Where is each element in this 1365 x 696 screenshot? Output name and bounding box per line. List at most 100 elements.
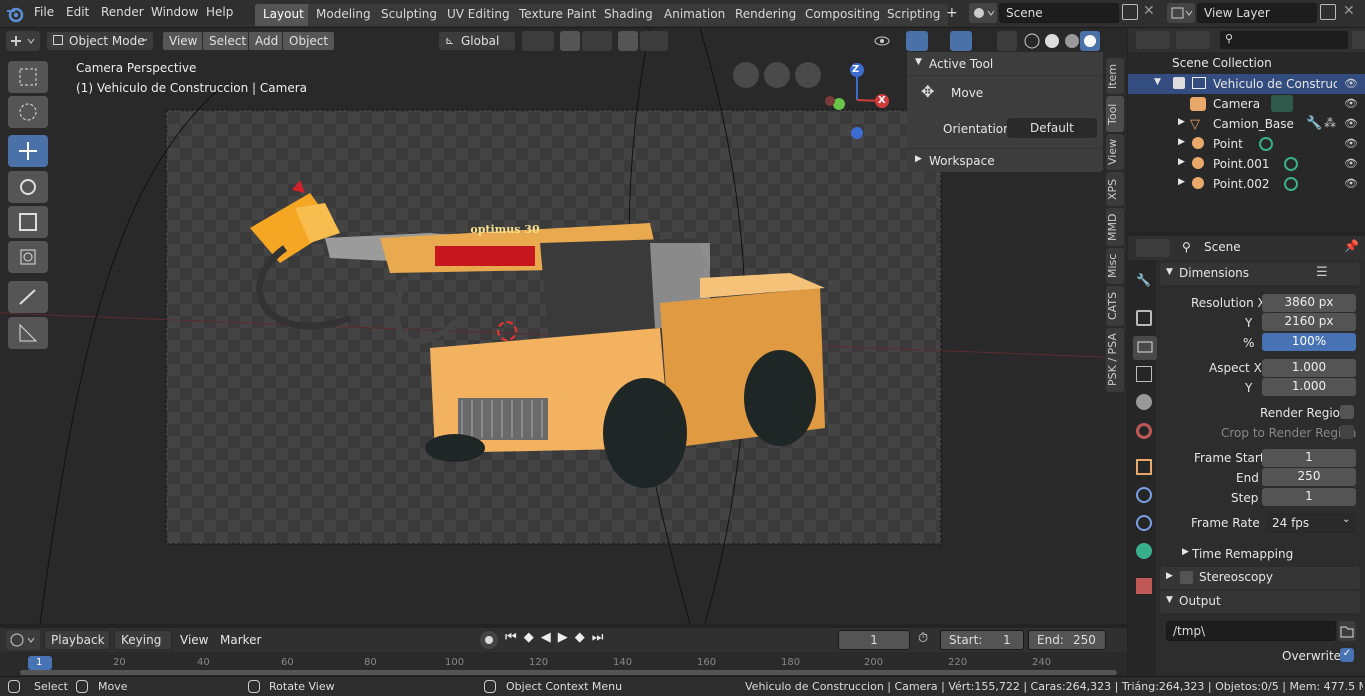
snap-icon[interactable] (560, 31, 580, 51)
menu-render[interactable]: Render (101, 5, 144, 19)
light-data-icon[interactable] (1284, 177, 1298, 191)
scene-selector-icon[interactable] (969, 3, 997, 23)
new-scene-icon[interactable] (1122, 4, 1138, 20)
visibility-icon[interactable] (872, 31, 898, 51)
outliner-editor-type-icon[interactable] (1136, 31, 1170, 49)
select-box-tool[interactable] (8, 61, 48, 93)
scene-name-field[interactable]: Scene (999, 3, 1119, 23)
frame-end-field[interactable]: 250 (1262, 468, 1356, 486)
wireframe-shading-icon[interactable] (1022, 31, 1042, 51)
active-tool-header[interactable]: ▼ Active Tool (907, 52, 1103, 76)
display-mode-icon[interactable] (1176, 31, 1210, 49)
vertex-group-icon[interactable]: ⁂ (1324, 116, 1336, 130)
expand-arrow-icon[interactable]: ▶ (1178, 137, 1185, 147)
orientation-dropdown[interactable]: Default (1007, 118, 1097, 138)
dimensions-panel-header[interactable]: ▼ Dimensions ☰ (1160, 263, 1360, 285)
transform-tool[interactable] (8, 241, 48, 273)
render-region-checkbox[interactable] (1340, 405, 1354, 419)
falloff-icon[interactable] (640, 31, 668, 51)
outliner-row-point[interactable]: ▶ Point 👁 (1128, 134, 1365, 154)
camera-view-icon[interactable] (733, 62, 759, 88)
tab-animation[interactable]: Animation (656, 4, 734, 26)
crop-region-checkbox[interactable] (1340, 425, 1354, 439)
prev-keyframe-icon[interactable]: ◆ (524, 630, 541, 645)
view-layer-tab-icon[interactable] (1136, 366, 1152, 382)
light-data-icon[interactable] (1284, 157, 1298, 171)
overwrite-checkbox[interactable]: ✓ (1340, 648, 1354, 662)
remove-scene-icon[interactable]: ✕ (1143, 3, 1161, 21)
3d-viewport[interactable]: optimus 30 Object Mode ⌄ View Select Add… (0, 28, 1127, 624)
remove-view-layer-icon[interactable]: ✕ (1343, 3, 1361, 21)
timeline-ruler[interactable]: 1 20 40 60 80 100 120 140 160 180 200 22… (0, 652, 1127, 676)
render-icon[interactable] (1136, 310, 1152, 326)
scale-tool[interactable] (8, 206, 48, 238)
playback-controls[interactable]: ⏮◆◀▶◆⏭ (505, 630, 625, 650)
light-data-icon[interactable] (1259, 137, 1273, 151)
constraints-tab-icon[interactable] (1136, 515, 1152, 531)
eye-icon[interactable]: 👁 (1344, 157, 1358, 170)
playback-menu[interactable]: Playback (44, 630, 110, 650)
output-path-field[interactable]: /tmp\ (1166, 621, 1336, 641)
end-frame-field[interactable]: End: 250 (1028, 630, 1106, 650)
tab-psk-psa[interactable]: PSK / PSA (1106, 328, 1124, 392)
frame-rate-dropdown[interactable]: 24 fps ⌄ (1266, 513, 1356, 533)
tab-mmd[interactable]: MMD (1106, 208, 1124, 246)
tab-compositing[interactable]: Compositing (797, 4, 889, 26)
keying-menu[interactable]: Keying (114, 630, 172, 650)
pan-hand-icon[interactable] (764, 62, 790, 88)
measure-tool[interactable] (8, 317, 48, 349)
timeline-editor-type-icon[interactable] (6, 630, 40, 650)
rotate-tool[interactable] (8, 171, 48, 203)
tab-xps[interactable]: XPS (1106, 172, 1124, 206)
tab-view[interactable]: View (1106, 134, 1124, 170)
blender-logo-icon[interactable] (6, 5, 24, 23)
add-workspace-button[interactable]: + (946, 5, 958, 21)
pivot-point-icon[interactable] (522, 31, 554, 51)
expand-arrow-icon[interactable]: ▶ (1178, 117, 1185, 127)
object-tab-icon[interactable] (1136, 459, 1152, 475)
stereoscopy-panel-header[interactable]: ▶ Stereoscopy (1160, 567, 1360, 589)
annotate-tool[interactable] (8, 281, 48, 313)
aspect-y-field[interactable]: 1.000 (1262, 378, 1356, 396)
tab-rendering[interactable]: Rendering (727, 4, 805, 26)
view-menu[interactable]: View (162, 31, 205, 51)
eye-icon[interactable]: 👁 (1344, 117, 1358, 130)
camera-data-icon[interactable] (1271, 95, 1293, 112)
menu-window[interactable]: Window (151, 5, 198, 19)
overlay-toggle-icon[interactable] (950, 31, 972, 51)
physics-tab-icon[interactable] (1136, 487, 1152, 503)
tab-sculpting[interactable]: Sculpting (373, 4, 446, 26)
menu-file[interactable]: File (34, 5, 54, 19)
tab-cats[interactable]: CATS (1106, 286, 1124, 326)
record-icon[interactable] (480, 631, 498, 649)
play-reverse-icon[interactable]: ◀ (541, 630, 558, 645)
scene-collection-label[interactable]: Scene Collection (1172, 56, 1272, 70)
menu-edit[interactable]: Edit (66, 5, 89, 19)
start-frame-field[interactable]: Start: 1 (940, 630, 1024, 650)
frame-step-field[interactable]: 1 (1262, 488, 1356, 506)
rendered-shading-icon[interactable] (1080, 31, 1100, 51)
marker-menu[interactable]: Marker (220, 633, 261, 647)
output-panel-header[interactable]: ▼ Output (1160, 591, 1360, 613)
time-remapping-subpanel[interactable]: ▶ Time Remapping (1176, 544, 1356, 564)
mode-dropdown[interactable]: Object Mode ⌄ (46, 31, 154, 51)
tab-scripting[interactable]: Scripting (879, 4, 949, 26)
timeline-scrollbar[interactable] (20, 670, 1117, 675)
current-frame-field[interactable]: 1 (838, 630, 910, 650)
tab-uv-editing[interactable]: UV Editing (439, 4, 518, 26)
filter-icon[interactable] (1352, 31, 1365, 49)
3d-cursor-icon[interactable] (497, 321, 517, 341)
checkbox-icon[interactable] (1173, 77, 1185, 89)
editor-type-icon[interactable] (6, 31, 40, 51)
folder-icon[interactable] (1338, 621, 1356, 641)
outliner-search-input[interactable]: ⚲ (1220, 31, 1348, 49)
tab-layout[interactable]: Layout (255, 4, 312, 26)
eye-icon[interactable]: 👁 (1344, 177, 1358, 190)
outliner-row-point-001[interactable]: ▶ Point.001 👁 (1128, 154, 1365, 174)
aspect-x-field[interactable]: 1.000 (1262, 359, 1356, 377)
tab-tool[interactable]: Tool (1106, 96, 1124, 132)
menu-help[interactable]: Help (206, 5, 233, 19)
jump-start-icon[interactable]: ⏮ (505, 630, 524, 645)
scene-tab-icon[interactable] (1136, 394, 1152, 410)
view-layer-field[interactable]: View Layer (1197, 3, 1317, 23)
